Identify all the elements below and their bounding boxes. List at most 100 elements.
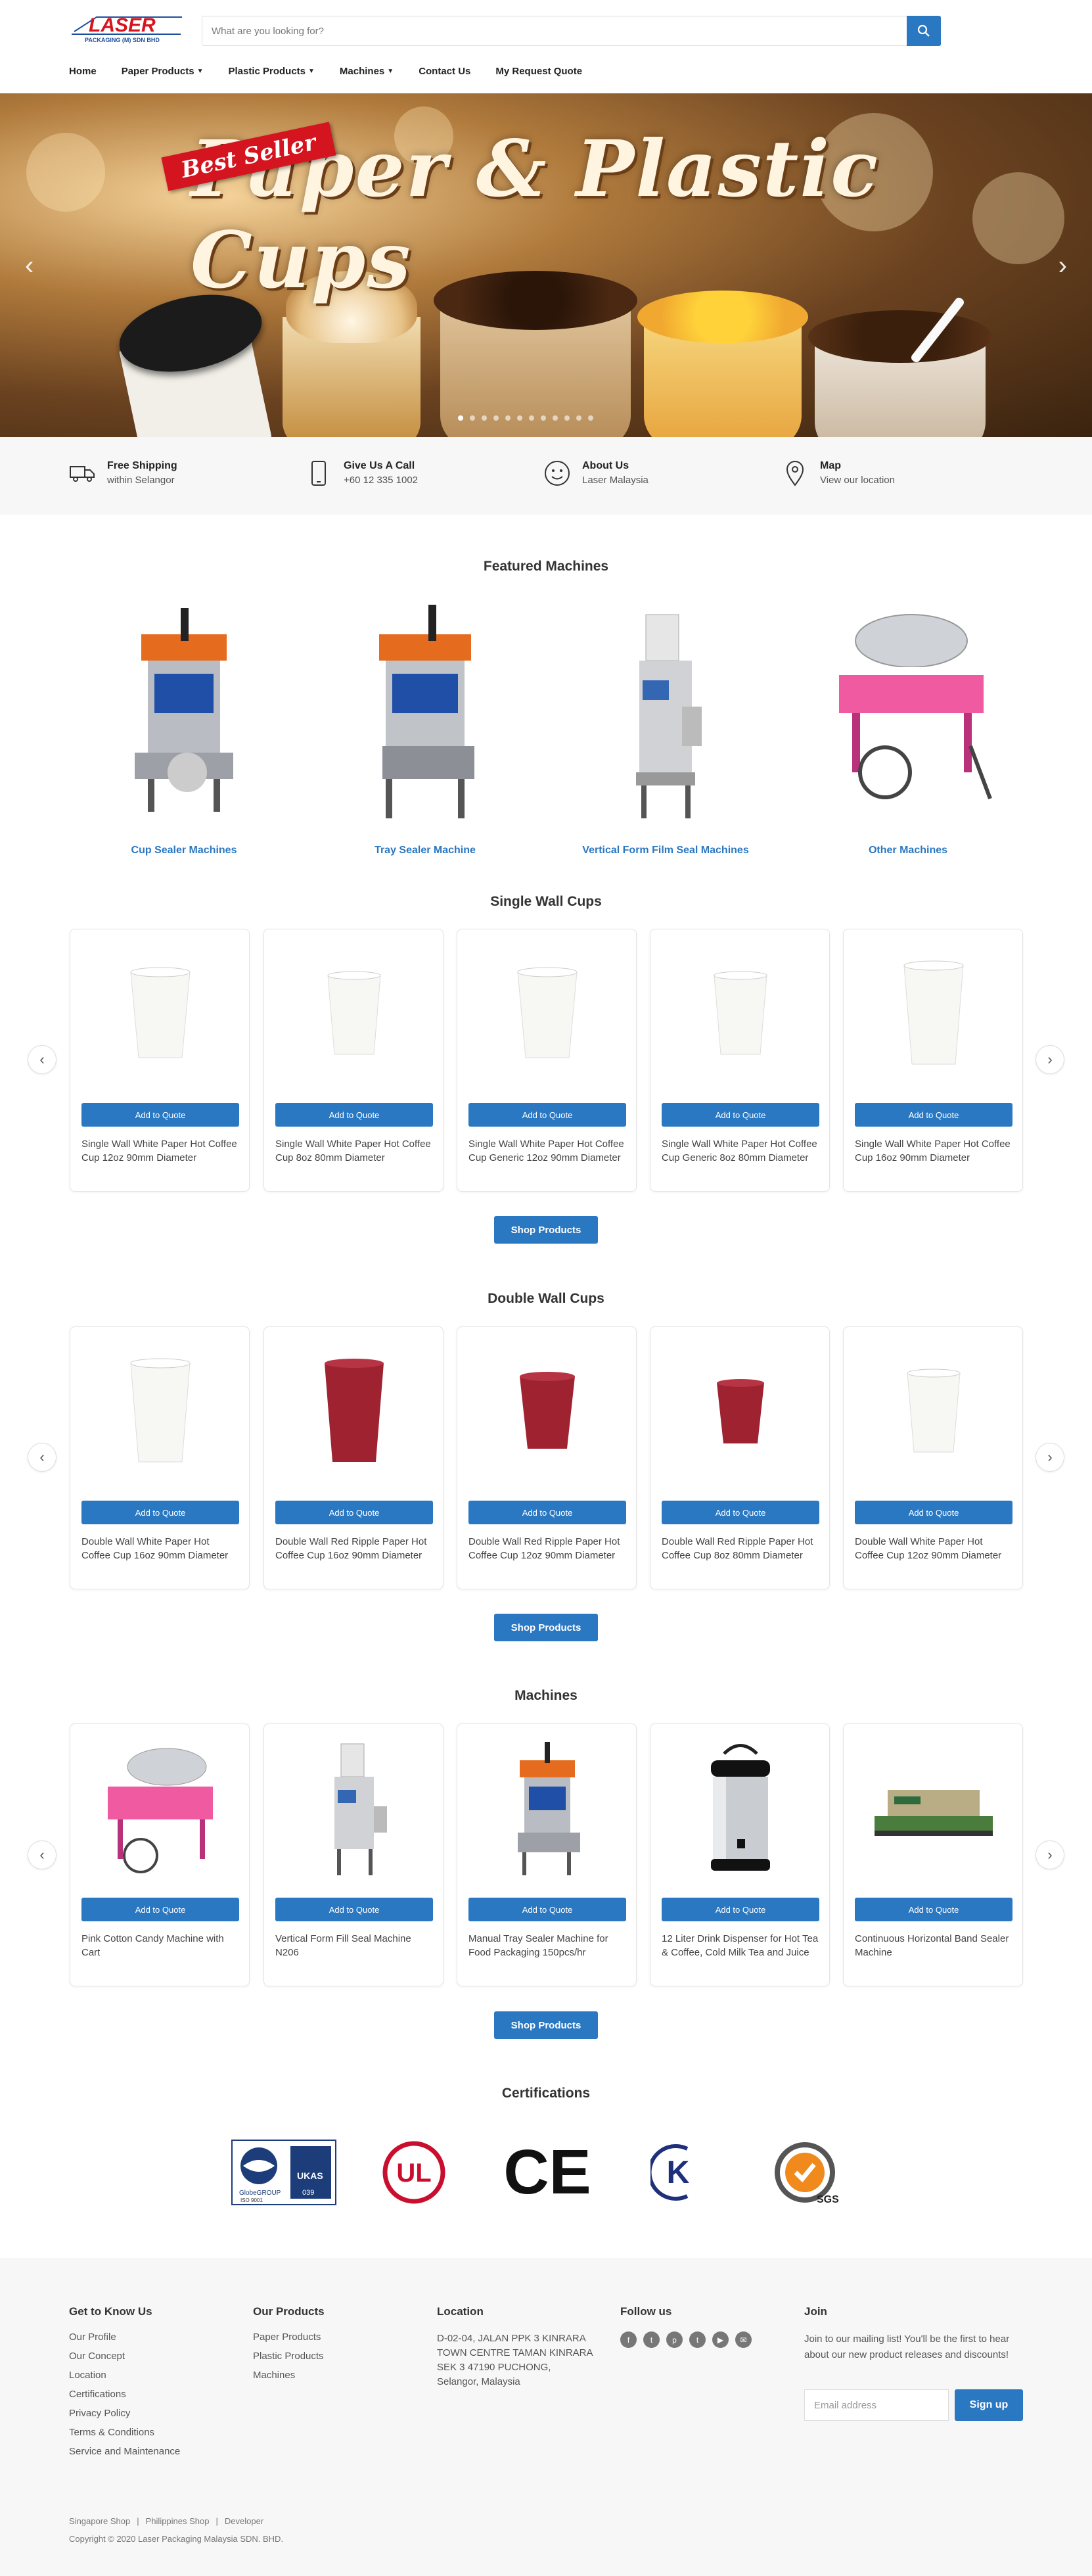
add-to-quote-button[interactable]: Add to Quote	[662, 1501, 819, 1524]
add-to-quote-button[interactable]: Add to Quote	[662, 1103, 819, 1127]
slider-dot[interactable]	[470, 415, 475, 421]
product-card[interactable]: Add to Quote Vertical Form Fill Seal Mac…	[263, 1723, 444, 1986]
product-card[interactable]: Add to Quote 12 Liter Drink Dispenser fo…	[650, 1723, 830, 1986]
slider-dot[interactable]	[505, 415, 511, 421]
add-to-quote-button[interactable]: Add to Quote	[855, 1103, 1012, 1127]
slider-dot[interactable]	[564, 415, 570, 421]
sign-up-button[interactable]: Sign up	[955, 2389, 1023, 2421]
featured-machine-tray-sealer[interactable]: Tray Sealer Machine	[330, 601, 520, 856]
add-to-quote-button[interactable]: Add to Quote	[81, 1103, 239, 1127]
email-icon[interactable]: ✉	[735, 2331, 752, 2348]
product-name[interactable]: Single Wall White Paper Hot Coffee Cup 1…	[81, 1137, 239, 1165]
product-card[interactable]: Add to Quote Continuous Horizontal Band …	[843, 1723, 1023, 1986]
featured-machine-other[interactable]: Other Machines	[813, 601, 1003, 856]
product-card[interactable]: Add to Quote Double Wall White Paper Hot…	[70, 1326, 250, 1589]
feature-map[interactable]: Map View our location	[782, 460, 895, 486]
footer-link[interactable]: Location	[69, 2370, 180, 2381]
product-card[interactable]: Add to Quote Double Wall Red Ripple Pape…	[263, 1326, 444, 1589]
nav-contact-us[interactable]: Contact Us	[419, 66, 470, 77]
product-name[interactable]: Manual Tray Sealer Machine for Food Pack…	[468, 1932, 626, 1959]
footer-link[interactable]: Terms & Conditions	[69, 2427, 180, 2439]
nav-plastic-products[interactable]: Plastic Products ▼	[228, 66, 314, 77]
add-to-quote-button[interactable]: Add to Quote	[275, 1103, 433, 1127]
footer-bottom-link[interactable]: Philippines Shop	[146, 2516, 210, 2526]
facebook-icon[interactable]: f	[620, 2331, 637, 2348]
site-logo[interactable]: LASER PACKAGING (M) SDN BHD	[70, 12, 182, 46]
slider-dot[interactable]	[541, 415, 546, 421]
slider-dot[interactable]	[493, 415, 499, 421]
add-to-quote-button[interactable]: Add to Quote	[855, 1898, 1012, 1921]
carousel-next-arrow-icon[interactable]: ›	[1035, 1045, 1064, 1074]
hero-next-arrow-icon[interactable]: ›	[1058, 251, 1067, 281]
footer-link[interactable]: Our Concept	[69, 2351, 180, 2362]
product-card[interactable]: Add to Quote Single Wall White Paper Hot…	[70, 929, 250, 1192]
product-card[interactable]: Add to Quote Single Wall White Paper Hot…	[650, 929, 830, 1192]
carousel-next-arrow-icon[interactable]: ›	[1035, 1443, 1064, 1472]
product-card[interactable]: Add to Quote Single Wall White Paper Hot…	[843, 929, 1023, 1192]
product-name[interactable]: 12 Liter Drink Dispenser for Hot Tea & C…	[662, 1932, 819, 1959]
nav-my-request-quote[interactable]: My Request Quote	[495, 66, 582, 77]
add-to-quote-button[interactable]: Add to Quote	[468, 1898, 626, 1921]
feature-free-shipping[interactable]: Free Shipping within Selangor	[69, 460, 177, 486]
product-name[interactable]: Double Wall Red Ripple Paper Hot Coffee …	[275, 1535, 433, 1562]
youtube-icon[interactable]: ▶	[712, 2331, 729, 2348]
feature-call[interactable]: Give Us A Call +60 12 335 1002	[306, 460, 418, 486]
product-name[interactable]: Single Wall White Paper Hot Coffee Cup G…	[468, 1137, 626, 1165]
add-to-quote-button[interactable]: Add to Quote	[81, 1898, 239, 1921]
slider-dot[interactable]	[588, 415, 593, 421]
featured-machine-vffs[interactable]: Vertical Form Film Seal Machines	[570, 601, 761, 856]
slider-dot[interactable]	[553, 415, 558, 421]
footer-bottom-link[interactable]: Developer	[225, 2516, 263, 2526]
pinterest-icon[interactable]: p	[666, 2331, 683, 2348]
hero-slider[interactable]: Paper & Plastic Cups Best Seller ‹ ›	[0, 93, 1092, 437]
featured-machine-label[interactable]: Cup Sealer Machines	[89, 845, 279, 856]
product-card[interactable]: Add to Quote Single Wall White Paper Hot…	[457, 929, 637, 1192]
slider-dot[interactable]	[529, 415, 534, 421]
twitter-icon[interactable]: t	[643, 2331, 660, 2348]
feature-about-us[interactable]: About Us Laser Malaysia	[544, 460, 648, 486]
add-to-quote-button[interactable]: Add to Quote	[275, 1898, 433, 1921]
add-to-quote-button[interactable]: Add to Quote	[275, 1501, 433, 1524]
footer-link[interactable]: Privacy Policy	[69, 2408, 180, 2420]
product-name[interactable]: Vertical Form Fill Seal Machine N206	[275, 1932, 433, 1959]
add-to-quote-button[interactable]: Add to Quote	[662, 1898, 819, 1921]
slider-dot[interactable]	[576, 415, 581, 421]
product-card[interactable]: Add to Quote Single Wall White Paper Hot…	[263, 929, 444, 1192]
add-to-quote-button[interactable]: Add to Quote	[468, 1103, 626, 1127]
featured-machine-label[interactable]: Vertical Form Film Seal Machines	[570, 845, 761, 856]
shop-products-button[interactable]: Shop Products	[494, 1614, 598, 1641]
product-name[interactable]: Single Wall White Paper Hot Coffee Cup 8…	[275, 1137, 433, 1165]
slider-dot[interactable]	[458, 415, 463, 421]
product-name[interactable]: Continuous Horizontal Band Sealer Machin…	[855, 1932, 1012, 1959]
featured-machine-label[interactable]: Tray Sealer Machine	[330, 845, 520, 856]
add-to-quote-button[interactable]: Add to Quote	[855, 1501, 1012, 1524]
carousel-prev-arrow-icon[interactable]: ‹	[28, 1840, 57, 1869]
nav-home[interactable]: Home	[69, 66, 97, 77]
email-field[interactable]: Email address	[804, 2389, 949, 2421]
featured-machine-label[interactable]: Other Machines	[813, 845, 1003, 856]
product-name[interactable]: Double Wall White Paper Hot Coffee Cup 1…	[855, 1535, 1012, 1562]
hero-prev-arrow-icon[interactable]: ‹	[25, 251, 34, 281]
product-name[interactable]: Single Wall White Paper Hot Coffee Cup G…	[662, 1137, 819, 1165]
product-card[interactable]: Add to Quote Manual Tray Sealer Machine …	[457, 1723, 637, 1986]
carousel-next-arrow-icon[interactable]: ›	[1035, 1840, 1064, 1869]
footer-link[interactable]: Service and Maintenance	[69, 2446, 180, 2458]
featured-machine-cup-sealer[interactable]: Cup Sealer Machines	[89, 601, 279, 856]
footer-link[interactable]: Plastic Products	[253, 2351, 325, 2362]
product-card[interactable]: Add to Quote Double Wall Red Ripple Pape…	[457, 1326, 637, 1589]
footer-bottom-link[interactable]: Singapore Shop	[69, 2516, 130, 2526]
product-name[interactable]: Pink Cotton Candy Machine with Cart	[81, 1932, 239, 1959]
shop-products-button[interactable]: Shop Products	[494, 2011, 598, 2039]
product-card[interactable]: Add to Quote Pink Cotton Candy Machine w…	[70, 1723, 250, 1986]
footer-link[interactable]: Paper Products	[253, 2331, 325, 2343]
product-name[interactable]: Double Wall Red Ripple Paper Hot Coffee …	[662, 1535, 819, 1562]
footer-link[interactable]: Our Profile	[69, 2331, 180, 2343]
slider-dot[interactable]	[482, 415, 487, 421]
shop-products-button[interactable]: Shop Products	[494, 1216, 598, 1244]
footer-link[interactable]: Machines	[253, 2370, 325, 2381]
search-input[interactable]	[202, 16, 907, 45]
product-card[interactable]: Add to Quote Double Wall Red Ripple Pape…	[650, 1326, 830, 1589]
product-name[interactable]: Single Wall White Paper Hot Coffee Cup 1…	[855, 1137, 1012, 1165]
slider-dot[interactable]	[517, 415, 522, 421]
product-card[interactable]: Add to Quote Double Wall White Paper Hot…	[843, 1326, 1023, 1589]
